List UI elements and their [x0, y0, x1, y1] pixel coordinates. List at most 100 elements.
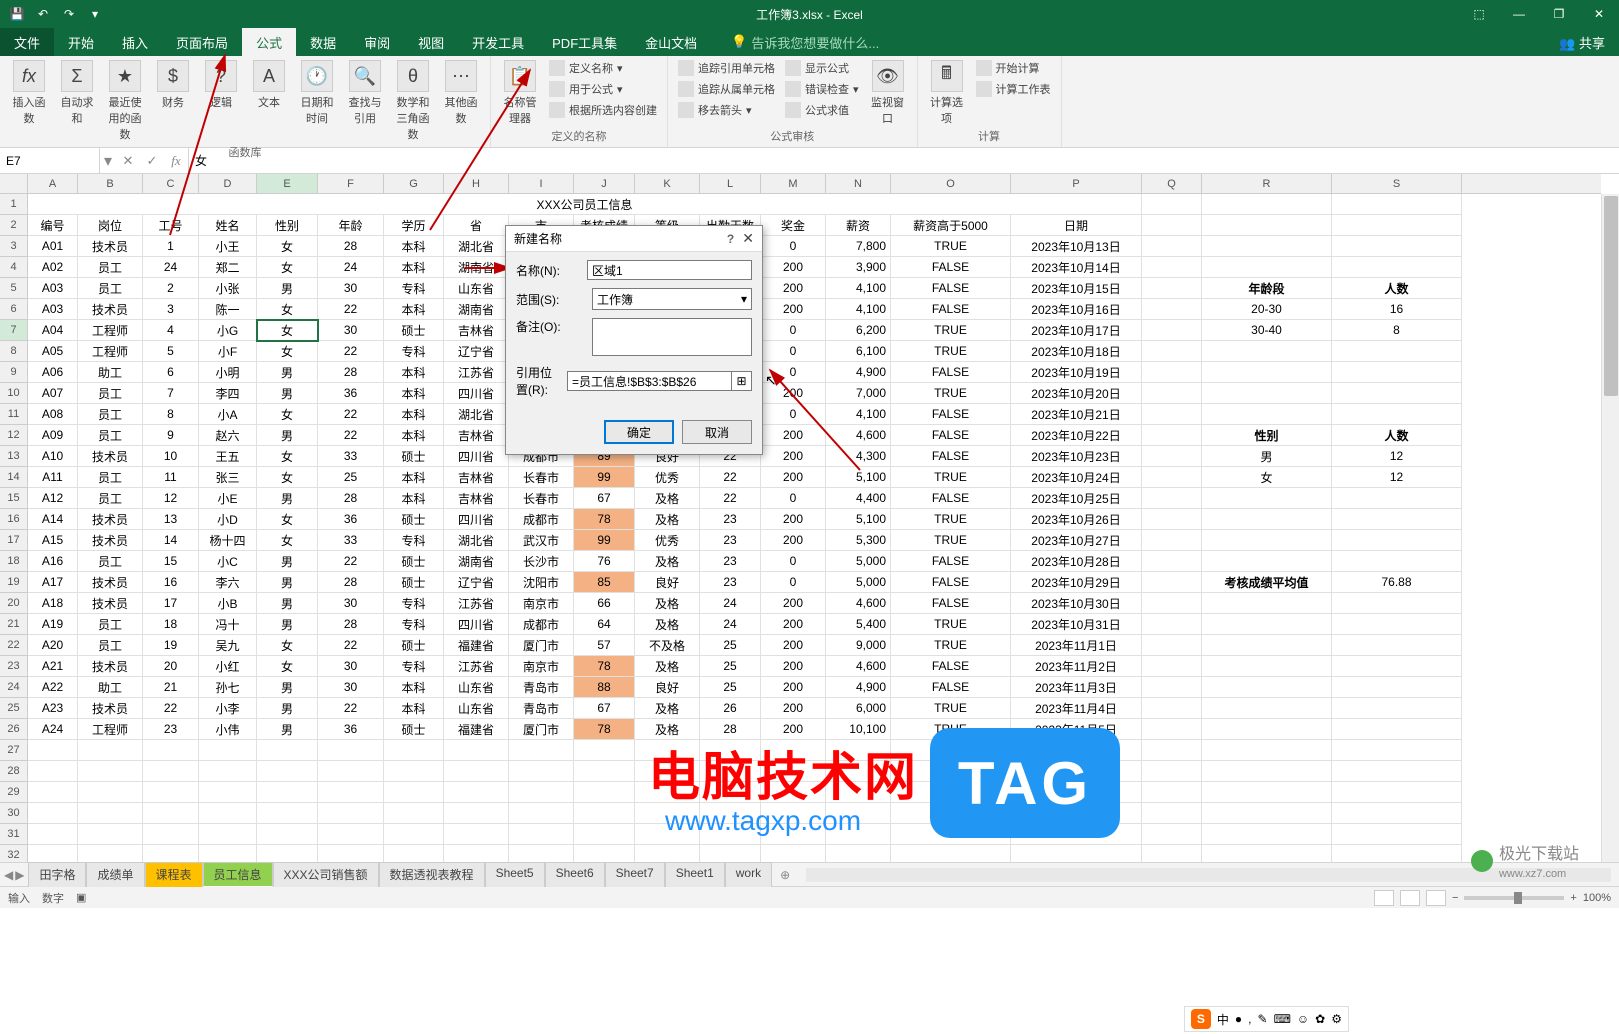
tab-nav-next-icon[interactable]: ▶	[15, 868, 24, 882]
cell[interactable]: A16	[28, 551, 78, 572]
cell[interactable]: 2023年10月27日	[1011, 530, 1142, 551]
cell[interactable]: 本科	[384, 362, 444, 383]
cell[interactable]: 山东省	[444, 677, 509, 698]
cell[interactable]	[1202, 530, 1332, 551]
row-header-27[interactable]: 27	[0, 740, 27, 761]
cell[interactable]: A23	[28, 698, 78, 719]
cell[interactable]	[826, 845, 891, 862]
cell[interactable]: 编号	[28, 215, 78, 236]
cell[interactable]: 23	[700, 572, 761, 593]
cell[interactable]	[1142, 215, 1202, 236]
cell[interactable]: 0	[761, 236, 826, 257]
cell[interactable]	[1332, 404, 1462, 425]
cell[interactable]: 女	[257, 299, 318, 320]
cell[interactable]: 专科	[384, 593, 444, 614]
cell[interactable]: A09	[28, 425, 78, 446]
sheet-tab-Sheet1[interactable]: Sheet1	[665, 862, 725, 887]
cell[interactable]: 9,000	[826, 635, 891, 656]
page-layout-view-button[interactable]	[1400, 890, 1420, 906]
column-header-I[interactable]: I	[509, 174, 574, 193]
cell[interactable]: 16	[1332, 299, 1462, 320]
tab-data[interactable]: 数据	[296, 28, 350, 56]
cell[interactable]: 女	[257, 446, 318, 467]
cell[interactable]: 85	[574, 572, 635, 593]
cell[interactable]	[1202, 656, 1332, 677]
cell[interactable]: 0	[761, 404, 826, 425]
cell[interactable]: 78	[574, 719, 635, 740]
cell[interactable]: 江苏省	[444, 593, 509, 614]
cell[interactable]	[318, 824, 384, 845]
cell[interactable]: 厦门市	[509, 635, 574, 656]
cell[interactable]	[318, 803, 384, 824]
row-header-32[interactable]: 32	[0, 845, 27, 862]
cell[interactable]	[318, 761, 384, 782]
cell[interactable]: 23	[700, 551, 761, 572]
cell[interactable]	[509, 824, 574, 845]
cell[interactable]	[891, 845, 1011, 862]
cell[interactable]: 4,900	[826, 677, 891, 698]
tell-me-search[interactable]: 💡 告诉我您想要做什么...	[731, 33, 879, 52]
cell[interactable]	[574, 740, 635, 761]
cell[interactable]	[509, 803, 574, 824]
cell[interactable]: A03	[28, 278, 78, 299]
cell[interactable]: 专科	[384, 614, 444, 635]
cell[interactable]: 助工	[78, 362, 143, 383]
cell[interactable]	[1202, 509, 1332, 530]
cell[interactable]: 26	[700, 698, 761, 719]
cell[interactable]: 4,600	[826, 425, 891, 446]
cell[interactable]	[1202, 362, 1332, 383]
cell[interactable]: 女	[257, 530, 318, 551]
cell[interactable]: 3,900	[826, 257, 891, 278]
column-header-L[interactable]: L	[700, 174, 761, 193]
cell[interactable]: 5,000	[826, 572, 891, 593]
cell[interactable]: 5,000	[826, 551, 891, 572]
cell[interactable]: 孙七	[199, 677, 257, 698]
cell[interactable]	[143, 845, 199, 862]
cell[interactable]	[1332, 215, 1462, 236]
cell[interactable]: 南京市	[509, 656, 574, 677]
row-header-2[interactable]: 2	[0, 215, 27, 236]
cell[interactable]: 及格	[635, 509, 700, 530]
cancel-button[interactable]: 取消	[682, 420, 752, 444]
cell[interactable]: 奖金	[761, 215, 826, 236]
scroll-thumb[interactable]	[1604, 196, 1618, 396]
cell[interactable]: 成都市	[509, 614, 574, 635]
name-box-dropdown-icon[interactable]: ▾	[100, 151, 116, 171]
cell[interactable]: 6,000	[826, 698, 891, 719]
zoom-out-button[interactable]: −	[1452, 892, 1458, 904]
cell[interactable]: 67	[574, 488, 635, 509]
cell[interactable]	[1142, 341, 1202, 362]
cell[interactable]	[78, 761, 143, 782]
cell[interactable]: 28	[318, 572, 384, 593]
cell[interactable]: TRUE	[891, 467, 1011, 488]
row-header-22[interactable]: 22	[0, 635, 27, 656]
tab-insert[interactable]: 插入	[108, 28, 162, 56]
cell[interactable]: 22	[143, 698, 199, 719]
cell[interactable]: 200	[761, 425, 826, 446]
cell[interactable]: 200	[761, 509, 826, 530]
cell[interactable]: 76	[574, 551, 635, 572]
cell[interactable]: TRUE	[891, 320, 1011, 341]
cell[interactable]: TRUE	[891, 635, 1011, 656]
cell[interactable]: A10	[28, 446, 78, 467]
cell[interactable]: 本科	[384, 467, 444, 488]
cell[interactable]: A02	[28, 257, 78, 278]
cell[interactable]	[78, 740, 143, 761]
cell[interactable]: 李四	[199, 383, 257, 404]
cell[interactable]: 薪资高于5000	[891, 215, 1011, 236]
cell[interactable]	[444, 824, 509, 845]
cell[interactable]: 2023年10月24日	[1011, 467, 1142, 488]
share-button[interactable]: 👥 共享	[1545, 33, 1619, 52]
cell[interactable]: 200	[761, 635, 826, 656]
cell[interactable]: 男	[257, 593, 318, 614]
cell[interactable]: 23	[700, 530, 761, 551]
cell[interactable]: 男	[257, 383, 318, 404]
cell[interactable]	[509, 845, 574, 862]
cell[interactable]: 17	[143, 593, 199, 614]
cell[interactable]	[28, 824, 78, 845]
cell[interactable]: 5,400	[826, 614, 891, 635]
cell[interactable]	[1202, 740, 1332, 761]
cell[interactable]: A24	[28, 719, 78, 740]
row-header-29[interactable]: 29	[0, 782, 27, 803]
cell[interactable]	[1332, 698, 1462, 719]
